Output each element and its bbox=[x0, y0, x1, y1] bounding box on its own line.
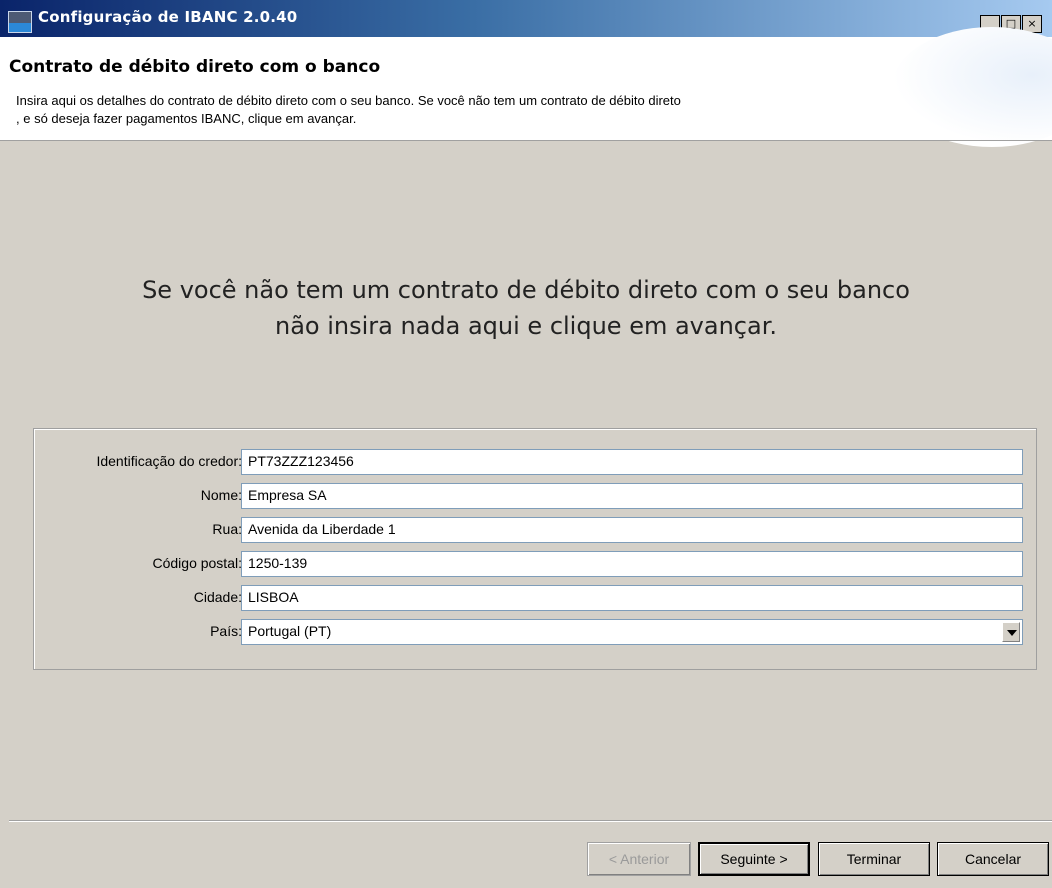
form-row-country: País: Portugal (PT) bbox=[34, 619, 1038, 645]
app-icon bbox=[8, 11, 32, 33]
city-label: Cidade: bbox=[193, 589, 242, 605]
header-decoration bbox=[892, 27, 1052, 147]
info-message-line-2: não insira nada aqui e clique em avançar… bbox=[275, 312, 777, 340]
street-label: Rua: bbox=[212, 521, 242, 537]
page-description: Insira aqui os detalhes do contrato de d… bbox=[16, 92, 936, 128]
next-button[interactable]: Seguinte > bbox=[698, 842, 810, 876]
postal-code-field[interactable]: 1250-139 bbox=[241, 551, 1023, 577]
creditor-id-label: Identificação do credor: bbox=[96, 453, 242, 469]
wizard-header: Contrato de débito direto com o banco In… bbox=[0, 27, 1052, 147]
page-description-line-1: Insira aqui os detalhes do contrato de d… bbox=[16, 93, 681, 108]
form-row-name: Nome: Empresa SA bbox=[34, 483, 1038, 509]
creditor-id-field[interactable]: PT73ZZZ123456 bbox=[241, 449, 1023, 475]
cancel-button[interactable]: Cancelar bbox=[937, 842, 1049, 876]
name-label: Nome: bbox=[200, 487, 242, 503]
postal-code-label: Código postal: bbox=[152, 555, 242, 571]
header-separator bbox=[0, 140, 1052, 141]
finish-button[interactable]: Terminar bbox=[818, 842, 930, 876]
country-select[interactable]: Portugal (PT) bbox=[241, 619, 1023, 645]
title-bar[interactable]: Configuração de IBANC 2.0.40 _ □ × bbox=[0, 0, 1052, 38]
page-title: Contrato de débito direto com o banco bbox=[9, 57, 381, 77]
chevron-down-icon[interactable] bbox=[1002, 622, 1020, 642]
info-message-line-1: Se você não tem um contrato de débito di… bbox=[142, 276, 910, 304]
form-row-creditor-id: Identificação do credor: PT73ZZZ123456 bbox=[34, 449, 1038, 475]
form-row-postal-code: Código postal: 1250-139 bbox=[34, 551, 1038, 577]
window-title: Configuração de IBANC 2.0.40 bbox=[38, 8, 298, 26]
info-message: Se você não tem um contrato de débito di… bbox=[0, 272, 1052, 344]
city-field[interactable]: LISBOA bbox=[241, 585, 1023, 611]
footer-separator bbox=[9, 820, 1052, 822]
form-row-city: Cidade: LISBOA bbox=[34, 585, 1038, 611]
street-field[interactable]: Avenida da Liberdade 1 bbox=[241, 517, 1023, 543]
country-select-value: Portugal (PT) bbox=[248, 623, 332, 639]
form-row-street: Rua: Avenida da Liberdade 1 bbox=[34, 517, 1038, 543]
previous-button[interactable]: < Anterior bbox=[587, 842, 691, 876]
country-label: País: bbox=[210, 623, 242, 639]
name-field[interactable]: Empresa SA bbox=[241, 483, 1023, 509]
creditor-form: Identificação do credor: PT73ZZZ123456 N… bbox=[33, 428, 1037, 670]
page-description-line-2: , e só deseja fazer pagamentos IBANC, cl… bbox=[16, 111, 357, 126]
